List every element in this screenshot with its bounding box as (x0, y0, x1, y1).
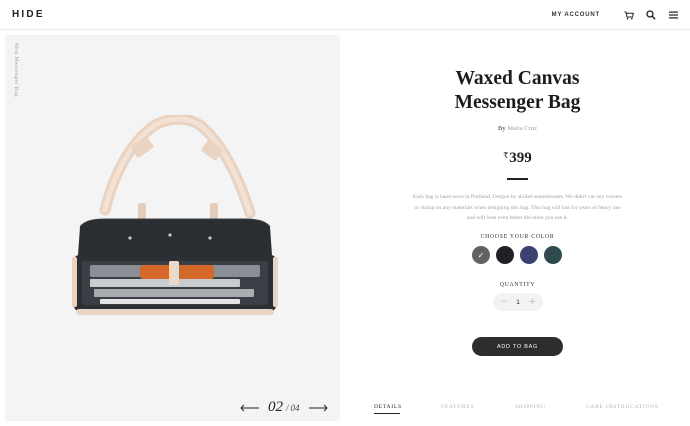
color-label: CHOOSE YOUR COLOR (480, 234, 555, 240)
header-nav: MY ACCOUNT (552, 8, 680, 22)
price-divider (507, 178, 528, 180)
price-value: 399 (509, 150, 532, 166)
next-arrow-icon[interactable] (308, 403, 330, 413)
currency-symbol: ₹ (503, 151, 509, 160)
total-page-number: 04 (290, 402, 300, 413)
tab-care-instructions[interactable]: CARE INSTRUCATIONS (586, 404, 659, 410)
cart-icon[interactable] (622, 8, 636, 22)
menu-icon[interactable] (666, 8, 680, 22)
check-icon: ✓ (477, 250, 485, 260)
price: ₹399 (345, 150, 690, 167)
color-swatch-teal[interactable] (544, 246, 562, 264)
product-details: Waxed Canvas Messenger Bag By Maria Cruz… (345, 35, 690, 426)
product-description: Each bag is hand sewn in Portland, Orego… (412, 194, 623, 221)
product-image (72, 115, 278, 315)
color-swatches: ✓ (472, 246, 562, 264)
my-account-link[interactable]: MY ACCOUNT (552, 12, 600, 18)
plus-icon[interactable]: + (528, 297, 536, 307)
quantity-stepper: − 1 + (493, 293, 543, 311)
author-link[interactable]: Maria Cruz (507, 125, 537, 132)
byline-label: By (498, 125, 506, 132)
product-title: Waxed Canvas Messenger Bag (345, 67, 690, 115)
prev-arrow-icon[interactable] (240, 403, 262, 413)
logo[interactable]: HIDE (12, 9, 45, 20)
tab-shipping[interactable]: SHIPPING (515, 404, 546, 410)
product-title-line2: Messenger Bag (454, 92, 581, 113)
gallery-pager: 02 / 04 (240, 399, 330, 416)
quantity-label: QUANTITY (499, 282, 536, 288)
category-label: Men Messenger Bag (13, 43, 19, 98)
product-tabs: DETAILS FEATURES SHIPPING CARE INSTRUCAT… (345, 403, 690, 423)
minus-icon[interactable]: − (500, 297, 508, 307)
search-icon[interactable] (644, 8, 658, 22)
tab-features[interactable]: FEATURES (441, 404, 474, 410)
page-separator: / (286, 402, 289, 413)
color-swatch-grey[interactable]: ✓ (472, 246, 490, 264)
quantity-value[interactable]: 1 (516, 299, 520, 306)
product-image-panel: Men Messenger Bag 02 / 04 (5, 35, 340, 421)
active-tab-underline (374, 413, 400, 414)
top-bar: HIDE MY ACCOUNT (0, 0, 690, 30)
current-page-number: 02 (268, 399, 283, 415)
tab-details[interactable]: DETAILS (374, 404, 402, 410)
color-swatch-black[interactable] (496, 246, 514, 264)
byline: By Maria Cruz (345, 125, 690, 132)
add-to-bag-button[interactable]: ADD TO BAG (472, 337, 563, 356)
product-title-line1: Waxed Canvas (455, 68, 580, 89)
color-swatch-navy[interactable] (520, 246, 538, 264)
